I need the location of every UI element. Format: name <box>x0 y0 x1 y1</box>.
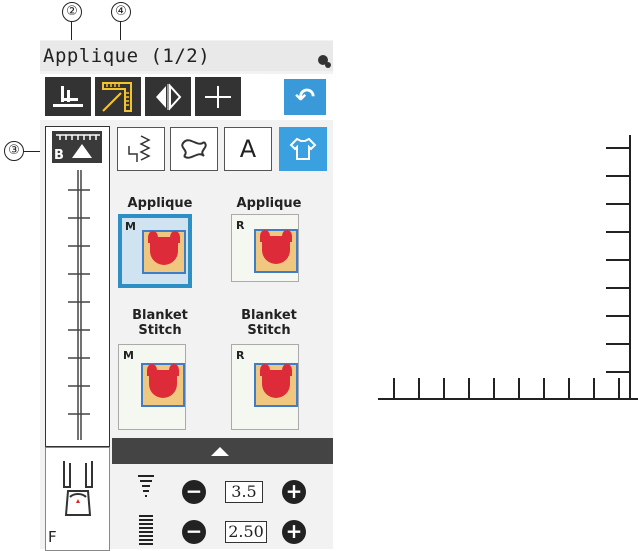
ruler-yellow-icon <box>102 81 132 112</box>
stitch-width-icon <box>138 475 154 497</box>
stitch-blanket-m[interactable]: M <box>118 344 186 430</box>
tulip-icon <box>147 364 179 398</box>
stitch-blanket-r[interactable]: R <box>231 344 299 430</box>
ruler-ticks <box>393 147 630 398</box>
stitch-length-icon <box>139 515 153 545</box>
ruler-settings-button[interactable] <box>95 77 141 116</box>
stitch-applique-r[interactable]: R <box>231 214 299 282</box>
category-utility[interactable] <box>117 127 165 171</box>
bobbin-icon <box>318 55 331 68</box>
stitch-label: Blanket Stitch <box>241 308 297 338</box>
window-title: Applique (1/2) <box>43 45 211 67</box>
category-text[interactable]: A <box>224 127 272 171</box>
tulip-icon <box>260 230 292 264</box>
triangle-up-icon <box>72 144 92 158</box>
tulip-icon <box>260 364 292 398</box>
stitch-letter: M <box>123 349 134 362</box>
stitch-letter: M <box>125 220 136 233</box>
length-plus-button[interactable]: + <box>282 520 306 544</box>
category-applique[interactable] <box>279 127 327 171</box>
callout-2: ② <box>62 2 82 22</box>
tulip-icon <box>148 231 180 265</box>
ruler-ticks-icon <box>56 134 100 140</box>
stitch-label: Applique <box>127 196 193 211</box>
length-minus-button[interactable]: − <box>182 520 206 544</box>
fabric-swatch <box>141 363 185 407</box>
center-position-button[interactable] <box>195 77 241 116</box>
shirt-icon <box>289 137 317 160</box>
crosshair-icon <box>205 85 231 108</box>
stitch-applique-m[interactable]: M <box>118 214 192 288</box>
stitch-label: Applique <box>236 196 302 211</box>
stitch-label: Blanket Stitch <box>132 308 188 338</box>
back-arrow-icon: ↶ <box>294 83 316 111</box>
stitch-zigzag-icon <box>128 135 151 162</box>
needle-position-button[interactable] <box>45 77 91 116</box>
expand-up-icon <box>211 447 229 456</box>
knot-icon <box>181 139 207 159</box>
mirror-button[interactable] <box>145 77 191 116</box>
mirror-icon <box>156 82 182 111</box>
foot-letter: F <box>48 528 57 546</box>
needle-plate-icon <box>53 85 83 107</box>
back-button[interactable]: ↶ <box>284 79 326 115</box>
presser-foot-icon <box>63 461 93 516</box>
fabric-swatch <box>254 229 298 273</box>
fabric-swatch <box>254 363 298 407</box>
letter-a-icon: A <box>239 135 257 163</box>
width-plus-button[interactable]: + <box>282 480 306 504</box>
width-minus-button[interactable]: − <box>182 480 206 504</box>
callout-4: ④ <box>111 2 131 22</box>
callout-3: ③ <box>4 141 24 161</box>
stitch-letter: R <box>236 219 245 232</box>
fabric-swatch <box>142 230 186 274</box>
stitch-letter: R <box>236 349 245 362</box>
width-value: 3.5 <box>225 481 263 503</box>
scale-letter: B <box>54 148 64 163</box>
length-value: 2.50 <box>225 521 267 543</box>
stitch-preview-scale <box>68 170 90 440</box>
category-decorative[interactable] <box>170 127 218 171</box>
